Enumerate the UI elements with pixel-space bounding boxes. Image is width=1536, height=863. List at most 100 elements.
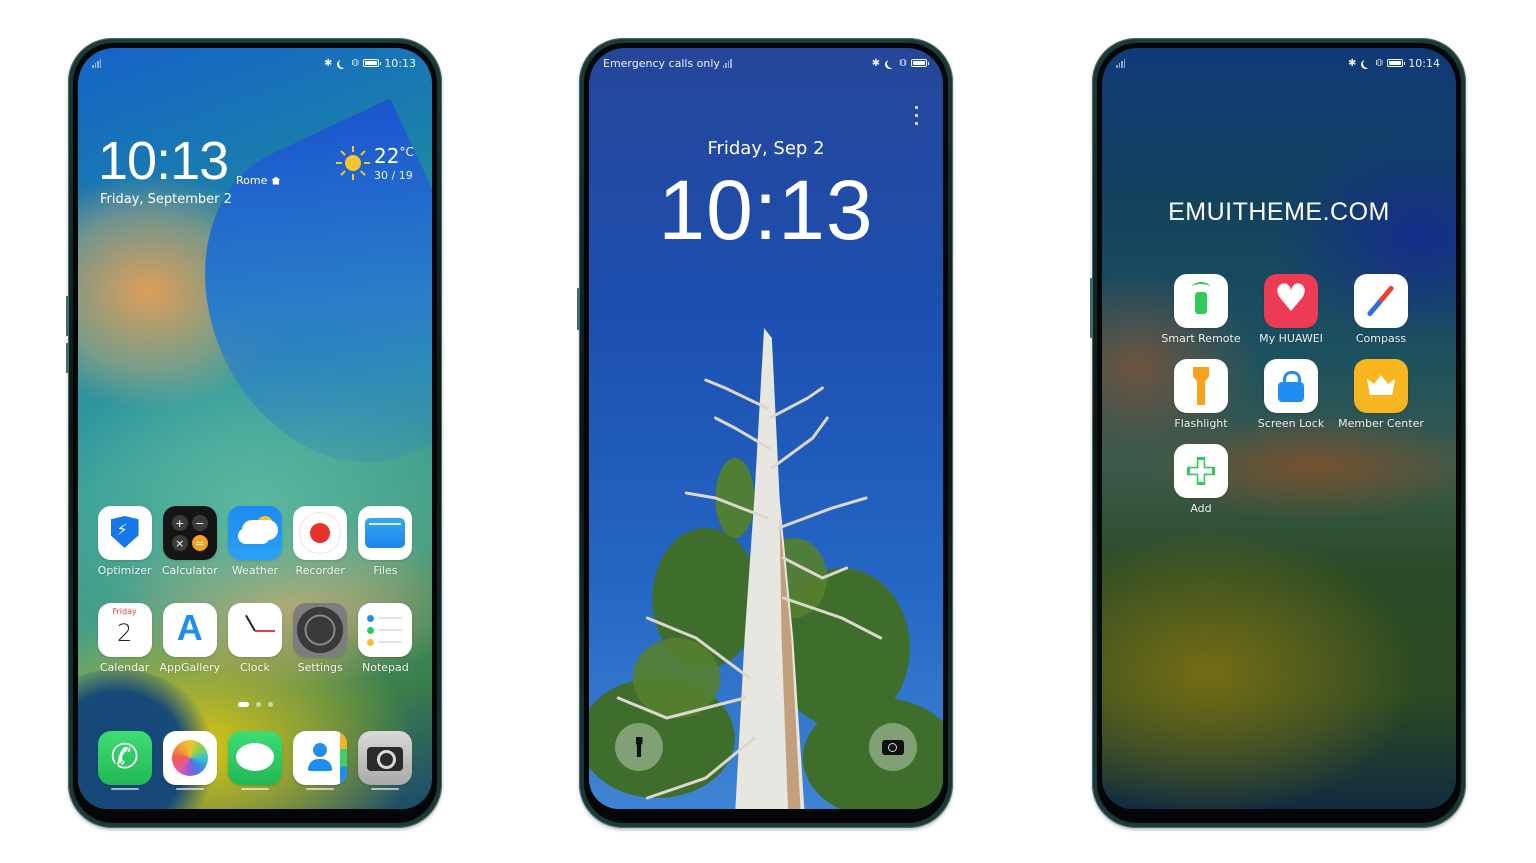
app-grid-row-2: Friday 2 Calendar AppGallery Clock xyxy=(92,603,418,674)
app-calculator[interactable]: + − × = Calculator xyxy=(157,506,222,577)
messages-icon xyxy=(227,731,282,785)
appgallery-icon xyxy=(162,603,217,657)
app-label: Compass xyxy=(1355,332,1407,345)
add-icon xyxy=(1174,444,1228,498)
contacts-icon xyxy=(293,731,348,785)
app-label: Smart Remote xyxy=(1161,332,1241,345)
carrier-text: Emergency calls only xyxy=(603,56,720,70)
more-options-icon[interactable] xyxy=(915,106,919,125)
app-label: Recorder xyxy=(295,564,345,577)
battery-icon xyxy=(1387,59,1406,67)
page-dot[interactable] xyxy=(255,702,261,707)
dock-messages[interactable] xyxy=(222,731,287,790)
app-files[interactable]: Files xyxy=(353,506,418,577)
app-clock[interactable]: Clock xyxy=(222,603,287,674)
folder-screen: ✱ ı▯ı 10:14 EMUITHEME.COM Smart Remote ♥… xyxy=(1102,48,1456,809)
bezel: ✱ ı▯ı 10:14 EMUITHEME.COM Smart Remote ♥… xyxy=(1097,43,1461,823)
app-label: My HUAWEI xyxy=(1259,332,1323,345)
photos-icon xyxy=(162,731,217,785)
signal-icon xyxy=(722,58,732,68)
volume-button xyxy=(1090,278,1093,338)
flashlight-shortcut[interactable] xyxy=(615,723,663,771)
app-label: AppGallery xyxy=(159,661,221,674)
add-app-button[interactable]: Add xyxy=(1156,444,1246,515)
bezel: Emergency calls only ✱ ı▯ı Friday, Sep 2… xyxy=(584,43,948,823)
bluetooth-icon: ✱ xyxy=(1347,57,1357,69)
status-time: 10:13 xyxy=(384,56,416,70)
moon-icon xyxy=(339,59,348,68)
app-smart-remote[interactable]: Smart Remote xyxy=(1156,274,1246,345)
status-bar: ✱ ı▯ı 10:13 xyxy=(92,56,416,70)
lock-time: 10:13 xyxy=(658,163,874,257)
app-label: Member Center xyxy=(1338,417,1424,430)
camera-icon xyxy=(882,739,904,755)
status-bar: ✱ ı▯ı 10:14 xyxy=(1116,56,1440,70)
signal-icon xyxy=(92,58,101,68)
app-screen-lock[interactable]: Screen Lock xyxy=(1246,359,1336,430)
phone-home-screen: ✱ ı▯ı 10:13 10:13 Rome Friday, September… xyxy=(66,38,442,828)
dock-camera[interactable] xyxy=(353,731,418,790)
volume-button xyxy=(577,288,580,330)
app-appgallery[interactable]: AppGallery xyxy=(157,603,222,674)
moon-icon xyxy=(1363,59,1372,68)
status-bar: Emergency calls only ✱ ı▯ı xyxy=(603,56,929,70)
app-recorder[interactable]: Recorder xyxy=(288,506,353,577)
recorder-icon xyxy=(293,506,348,560)
camera-icon xyxy=(358,731,413,785)
signal-icon xyxy=(1116,58,1125,68)
folder-app-grid: Smart Remote My HUAWEI Compass Flashligh… xyxy=(1156,274,1426,515)
foliage xyxy=(715,458,755,538)
app-compass[interactable]: Compass xyxy=(1336,274,1426,345)
settings-icon xyxy=(293,603,348,657)
weather-hilo: 30 / 19 xyxy=(374,169,413,182)
app-calendar[interactable]: Friday 2 Calendar xyxy=(92,603,157,674)
phone-lock-screen: Emergency calls only ✱ ı▯ı Friday, Sep 2… xyxy=(577,38,953,828)
city-name: Rome xyxy=(236,174,268,187)
app-flashlight[interactable]: Flashlight xyxy=(1156,359,1246,430)
status-time: 10:14 xyxy=(1408,56,1440,70)
files-icon xyxy=(358,506,413,560)
app-label: Settings xyxy=(297,661,343,674)
moon-icon xyxy=(887,59,896,68)
optimizer-icon xyxy=(97,506,152,560)
weather-icon xyxy=(227,506,282,560)
page-indicator[interactable] xyxy=(78,702,432,707)
app-my-huawei[interactable]: My HUAWEI xyxy=(1246,274,1336,345)
app-label: Weather xyxy=(231,564,279,577)
folder-title[interactable]: EMUITHEME.COM xyxy=(1102,198,1456,227)
my-huawei-icon xyxy=(1264,274,1318,328)
clock-widget-time[interactable]: 10:13 xyxy=(98,134,229,188)
dock-contacts[interactable] xyxy=(288,731,353,790)
camera-shortcut[interactable] xyxy=(869,723,917,771)
app-grid-row-1: Optimizer + − × = Calculator Weather xyxy=(92,506,418,577)
screen-lock-icon xyxy=(1264,359,1318,413)
page-dot[interactable] xyxy=(267,702,273,707)
battery-icon xyxy=(911,59,929,67)
member-center-icon xyxy=(1354,359,1408,413)
dock xyxy=(92,731,418,790)
app-label: Calendar xyxy=(99,661,150,674)
volume-button xyxy=(66,296,69,336)
bezel: ✱ ı▯ı 10:13 10:13 Rome Friday, September… xyxy=(73,43,437,823)
calculator-icon: + − × = xyxy=(162,506,217,560)
flashlight-icon xyxy=(635,737,643,757)
foliage xyxy=(632,638,721,718)
dock-phone[interactable] xyxy=(92,731,157,790)
dock-gallery[interactable] xyxy=(157,731,222,790)
app-member-center[interactable]: Member Center xyxy=(1336,359,1426,430)
notepad-icon xyxy=(358,603,413,657)
app-notepad[interactable]: Notepad xyxy=(353,603,418,674)
home-screen: ✱ ı▯ı 10:13 10:13 Rome Friday, September… xyxy=(78,48,432,809)
weather-widget[interactable]: 22°C 30 / 19 xyxy=(336,146,414,182)
app-settings[interactable]: Settings xyxy=(288,603,353,674)
app-optimizer[interactable]: Optimizer xyxy=(92,506,157,577)
lock-date: Friday, Sep 2 xyxy=(707,138,825,159)
app-label: Add xyxy=(1190,502,1212,515)
weather-temp: 22°C xyxy=(374,144,414,168)
app-label: Notepad xyxy=(362,661,409,674)
app-weather[interactable]: Weather xyxy=(222,506,287,577)
calendar-icon: Friday 2 xyxy=(97,603,152,657)
app-label: Flashlight xyxy=(1174,417,1228,430)
vibrate-icon: ı▯ı xyxy=(1375,58,1383,68)
page-dot-active[interactable] xyxy=(237,702,249,707)
